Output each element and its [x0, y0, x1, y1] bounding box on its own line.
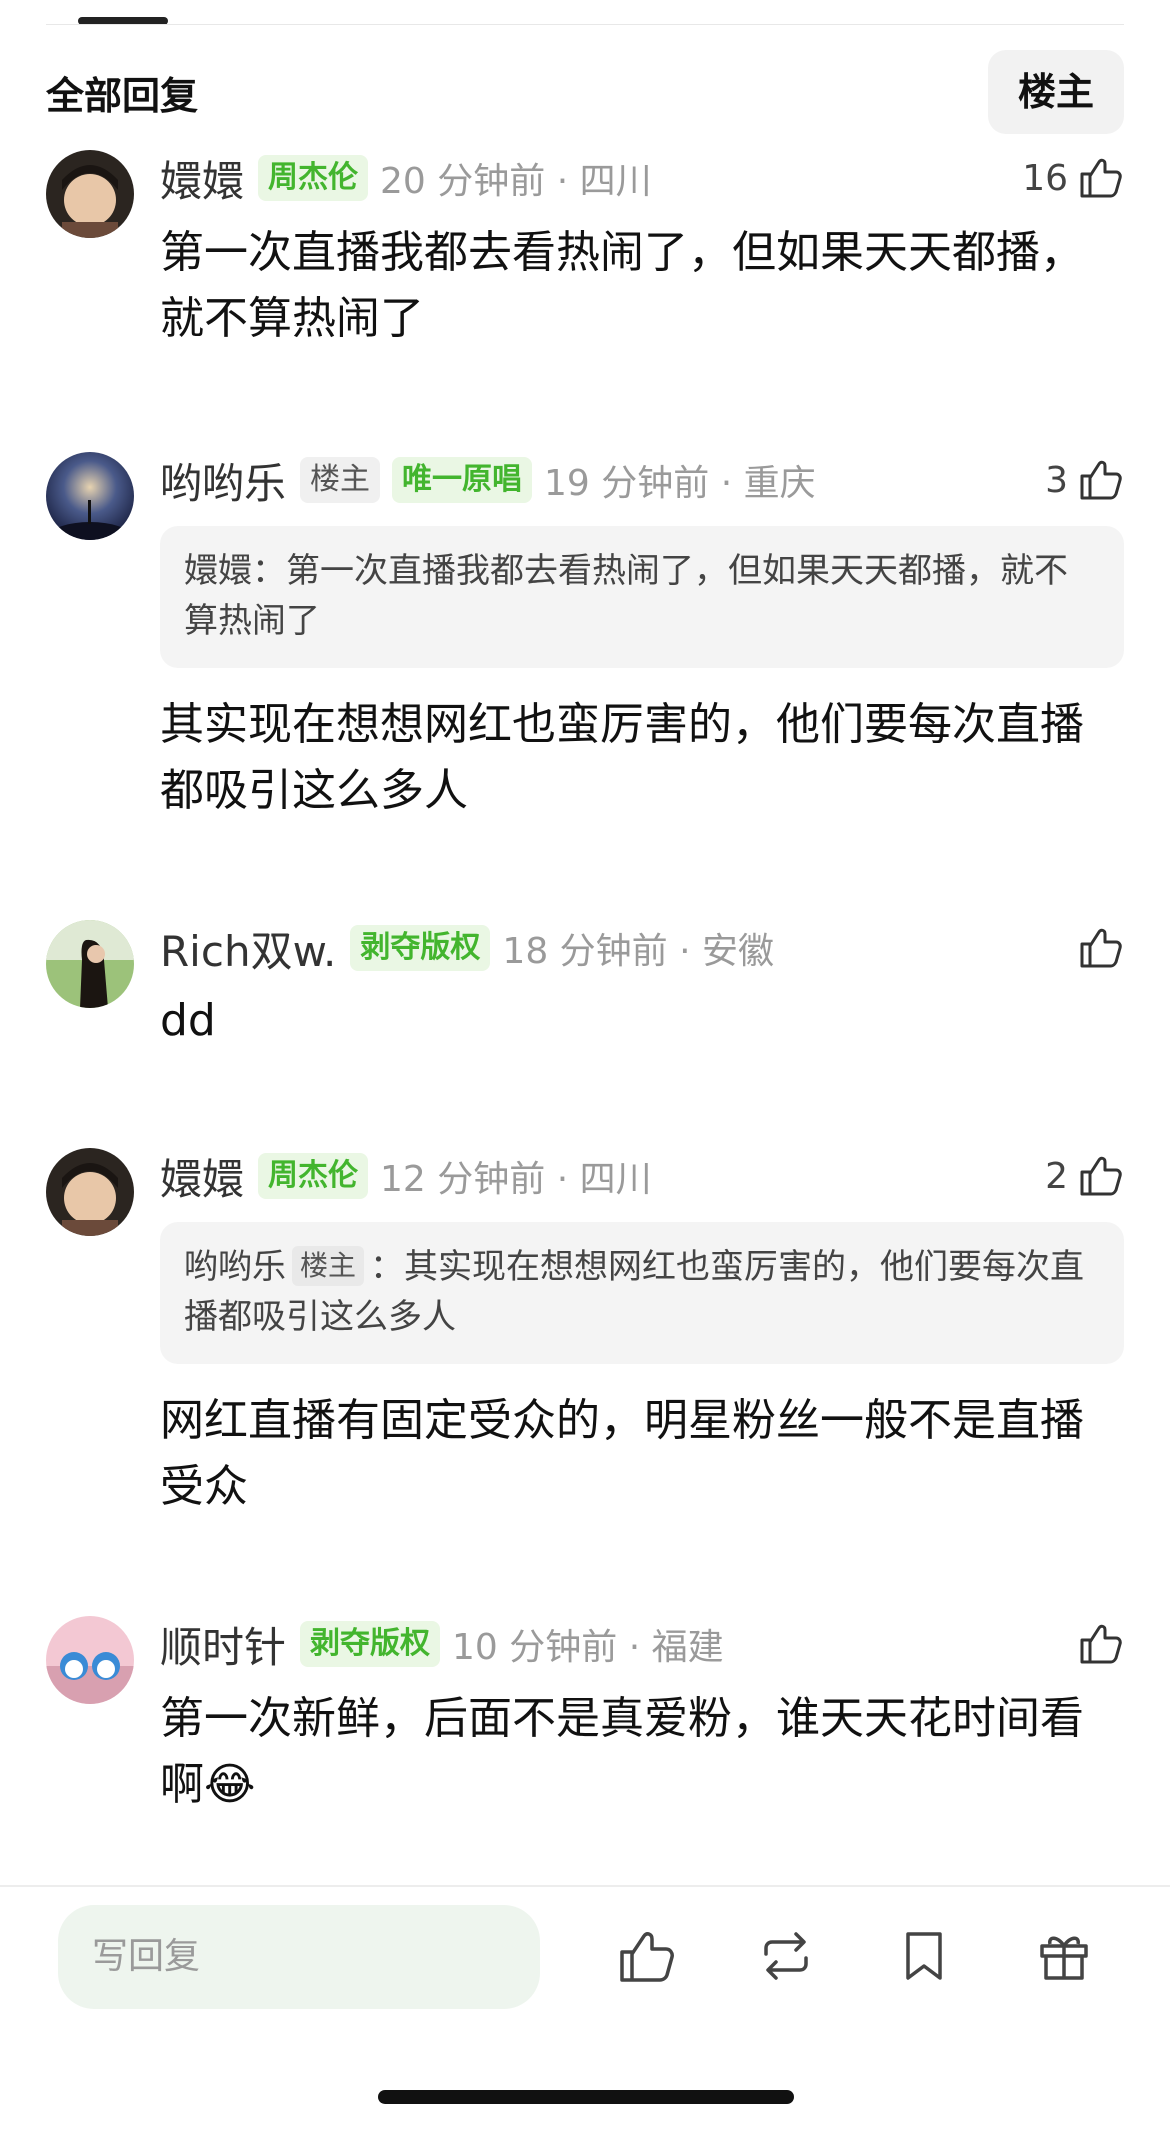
quoted-username: 嬛嬛	[184, 551, 252, 591]
all-replies-title: 全部回复	[46, 73, 199, 118]
like-button[interactable]: 16	[1022, 150, 1124, 206]
avatar[interactable]	[46, 452, 134, 540]
time-location: 18 分钟前 · 安徽	[502, 931, 775, 972]
comment-item: 顺时针 剥夺版权 10 分钟前 · 福建 第一次新鲜，后面不是真爱粉，谁天天花时…	[46, 1616, 1124, 1856]
username[interactable]: 哟哟乐	[160, 450, 286, 511]
username[interactable]: 嬛嬛	[160, 1146, 244, 1207]
quoted-text: ：第一次直播我都去看热闹了，但如果天天都播，就不算热闹了	[184, 551, 1068, 641]
top-divider	[46, 24, 1124, 25]
replies-header: 全部回复 楼主	[46, 50, 1124, 134]
comment-text: 其实现在想想网红也蛮厉害的，他们要每次直播都吸引这么多人	[160, 699, 1084, 816]
time-location: 20 分钟前 · 四川	[380, 161, 652, 202]
bottom-divider	[0, 1885, 1170, 1887]
comment-item: Rich双w. 剥夺版权 18 分钟前 · 安徽 dd	[46, 920, 1124, 1060]
user-badge: 剥夺版权	[350, 925, 491, 971]
comment-text: 网红直播有固定受众的，明星粉丝一般不是直播受众	[160, 1395, 1084, 1512]
thumbs-up-icon	[1080, 1624, 1122, 1664]
thumbs-up-icon	[1080, 1156, 1122, 1196]
avatar[interactable]	[46, 150, 134, 238]
user-badge: 周杰伦	[258, 155, 369, 201]
comment-text: dd	[160, 995, 216, 1046]
gift-icon[interactable]	[1032, 1924, 1096, 1988]
like-count: 2	[1045, 1155, 1068, 1197]
comment-text: 第一次新鲜，后面不是真爱粉，谁天天花时间看啊😂	[160, 1693, 1084, 1810]
quoted-username: 哟哟乐	[184, 1247, 286, 1287]
home-indicator	[378, 2090, 794, 2104]
time-location: 19 分钟前 · 重庆	[544, 463, 816, 504]
comment-text: 第一次直播我都去看热闹了，但如果天天都播，就不算热闹了	[160, 227, 1084, 344]
thumbs-up-icon[interactable]	[614, 1924, 678, 1988]
time-location: 12 分钟前 · 四川	[380, 1159, 652, 1200]
quoted-op-badge: 楼主	[292, 1246, 365, 1286]
username[interactable]: Rich双w.	[160, 918, 336, 979]
comment-meta: 顺时针 剥夺版权 10 分钟前 · 福建	[160, 1616, 1124, 1672]
avatar[interactable]	[46, 920, 134, 1008]
avatar[interactable]	[46, 1148, 134, 1236]
op-only-filter-button[interactable]: 楼主	[987, 50, 1124, 134]
comment-meta: 嬛嬛 周杰伦 20 分钟前 · 四川	[160, 150, 1124, 206]
like-button[interactable]	[1076, 920, 1124, 976]
bookmark-icon[interactable]	[892, 1924, 956, 1988]
comment-item: 哟哟乐 楼主 唯一原唱 19 分钟前 · 重庆 3 嬛嬛：第一次直播我都去看热闹…	[46, 452, 1124, 832]
avatar[interactable]	[46, 1616, 134, 1704]
comment-item: 嬛嬛 周杰伦 12 分钟前 · 四川 2 哟哟乐 楼主 ：其实现在想想网红也蛮厉害的…	[46, 1148, 1124, 1528]
username[interactable]: 顺时针	[160, 1614, 286, 1675]
quoted-reply[interactable]: 哟哟乐 楼主 ：其实现在想想网红也蛮厉害的，他们要每次直播都吸引这么多人	[160, 1222, 1124, 1364]
thumbs-up-icon	[1080, 460, 1122, 500]
like-count: 3	[1045, 459, 1068, 501]
op-badge: 楼主	[300, 457, 381, 503]
comment-item: 嬛嬛 周杰伦 20 分钟前 · 四川 16 第一次直播我都去看热闹了，但如果天天…	[46, 150, 1124, 380]
thumbs-up-icon	[1080, 928, 1122, 968]
user-badge: 剥夺版权	[300, 1621, 441, 1667]
like-button[interactable]	[1076, 1616, 1124, 1672]
comment-meta: 哟哟乐 楼主 唯一原唱 19 分钟前 · 重庆	[160, 452, 1124, 508]
like-button[interactable]: 2	[1045, 1148, 1124, 1204]
thumbs-up-icon	[1080, 158, 1122, 198]
quoted-reply[interactable]: 嬛嬛：第一次直播我都去看热闹了，但如果天天都播，就不算热闹了	[160, 526, 1124, 668]
user-badge: 唯一原唱	[392, 457, 533, 503]
repost-icon[interactable]	[754, 1924, 818, 1988]
comment-meta: Rich双w. 剥夺版权 18 分钟前 · 安徽	[160, 920, 1124, 976]
user-badge: 周杰伦	[258, 1153, 369, 1199]
comment-meta: 嬛嬛 周杰伦 12 分钟前 · 四川	[160, 1148, 1124, 1204]
like-count: 16	[1022, 157, 1068, 199]
username[interactable]: 嬛嬛	[160, 148, 244, 209]
reply-input[interactable]: 写回复	[58, 1905, 540, 2009]
like-button[interactable]: 3	[1045, 452, 1124, 508]
time-location: 10 分钟前 · 福建	[452, 1627, 724, 1668]
